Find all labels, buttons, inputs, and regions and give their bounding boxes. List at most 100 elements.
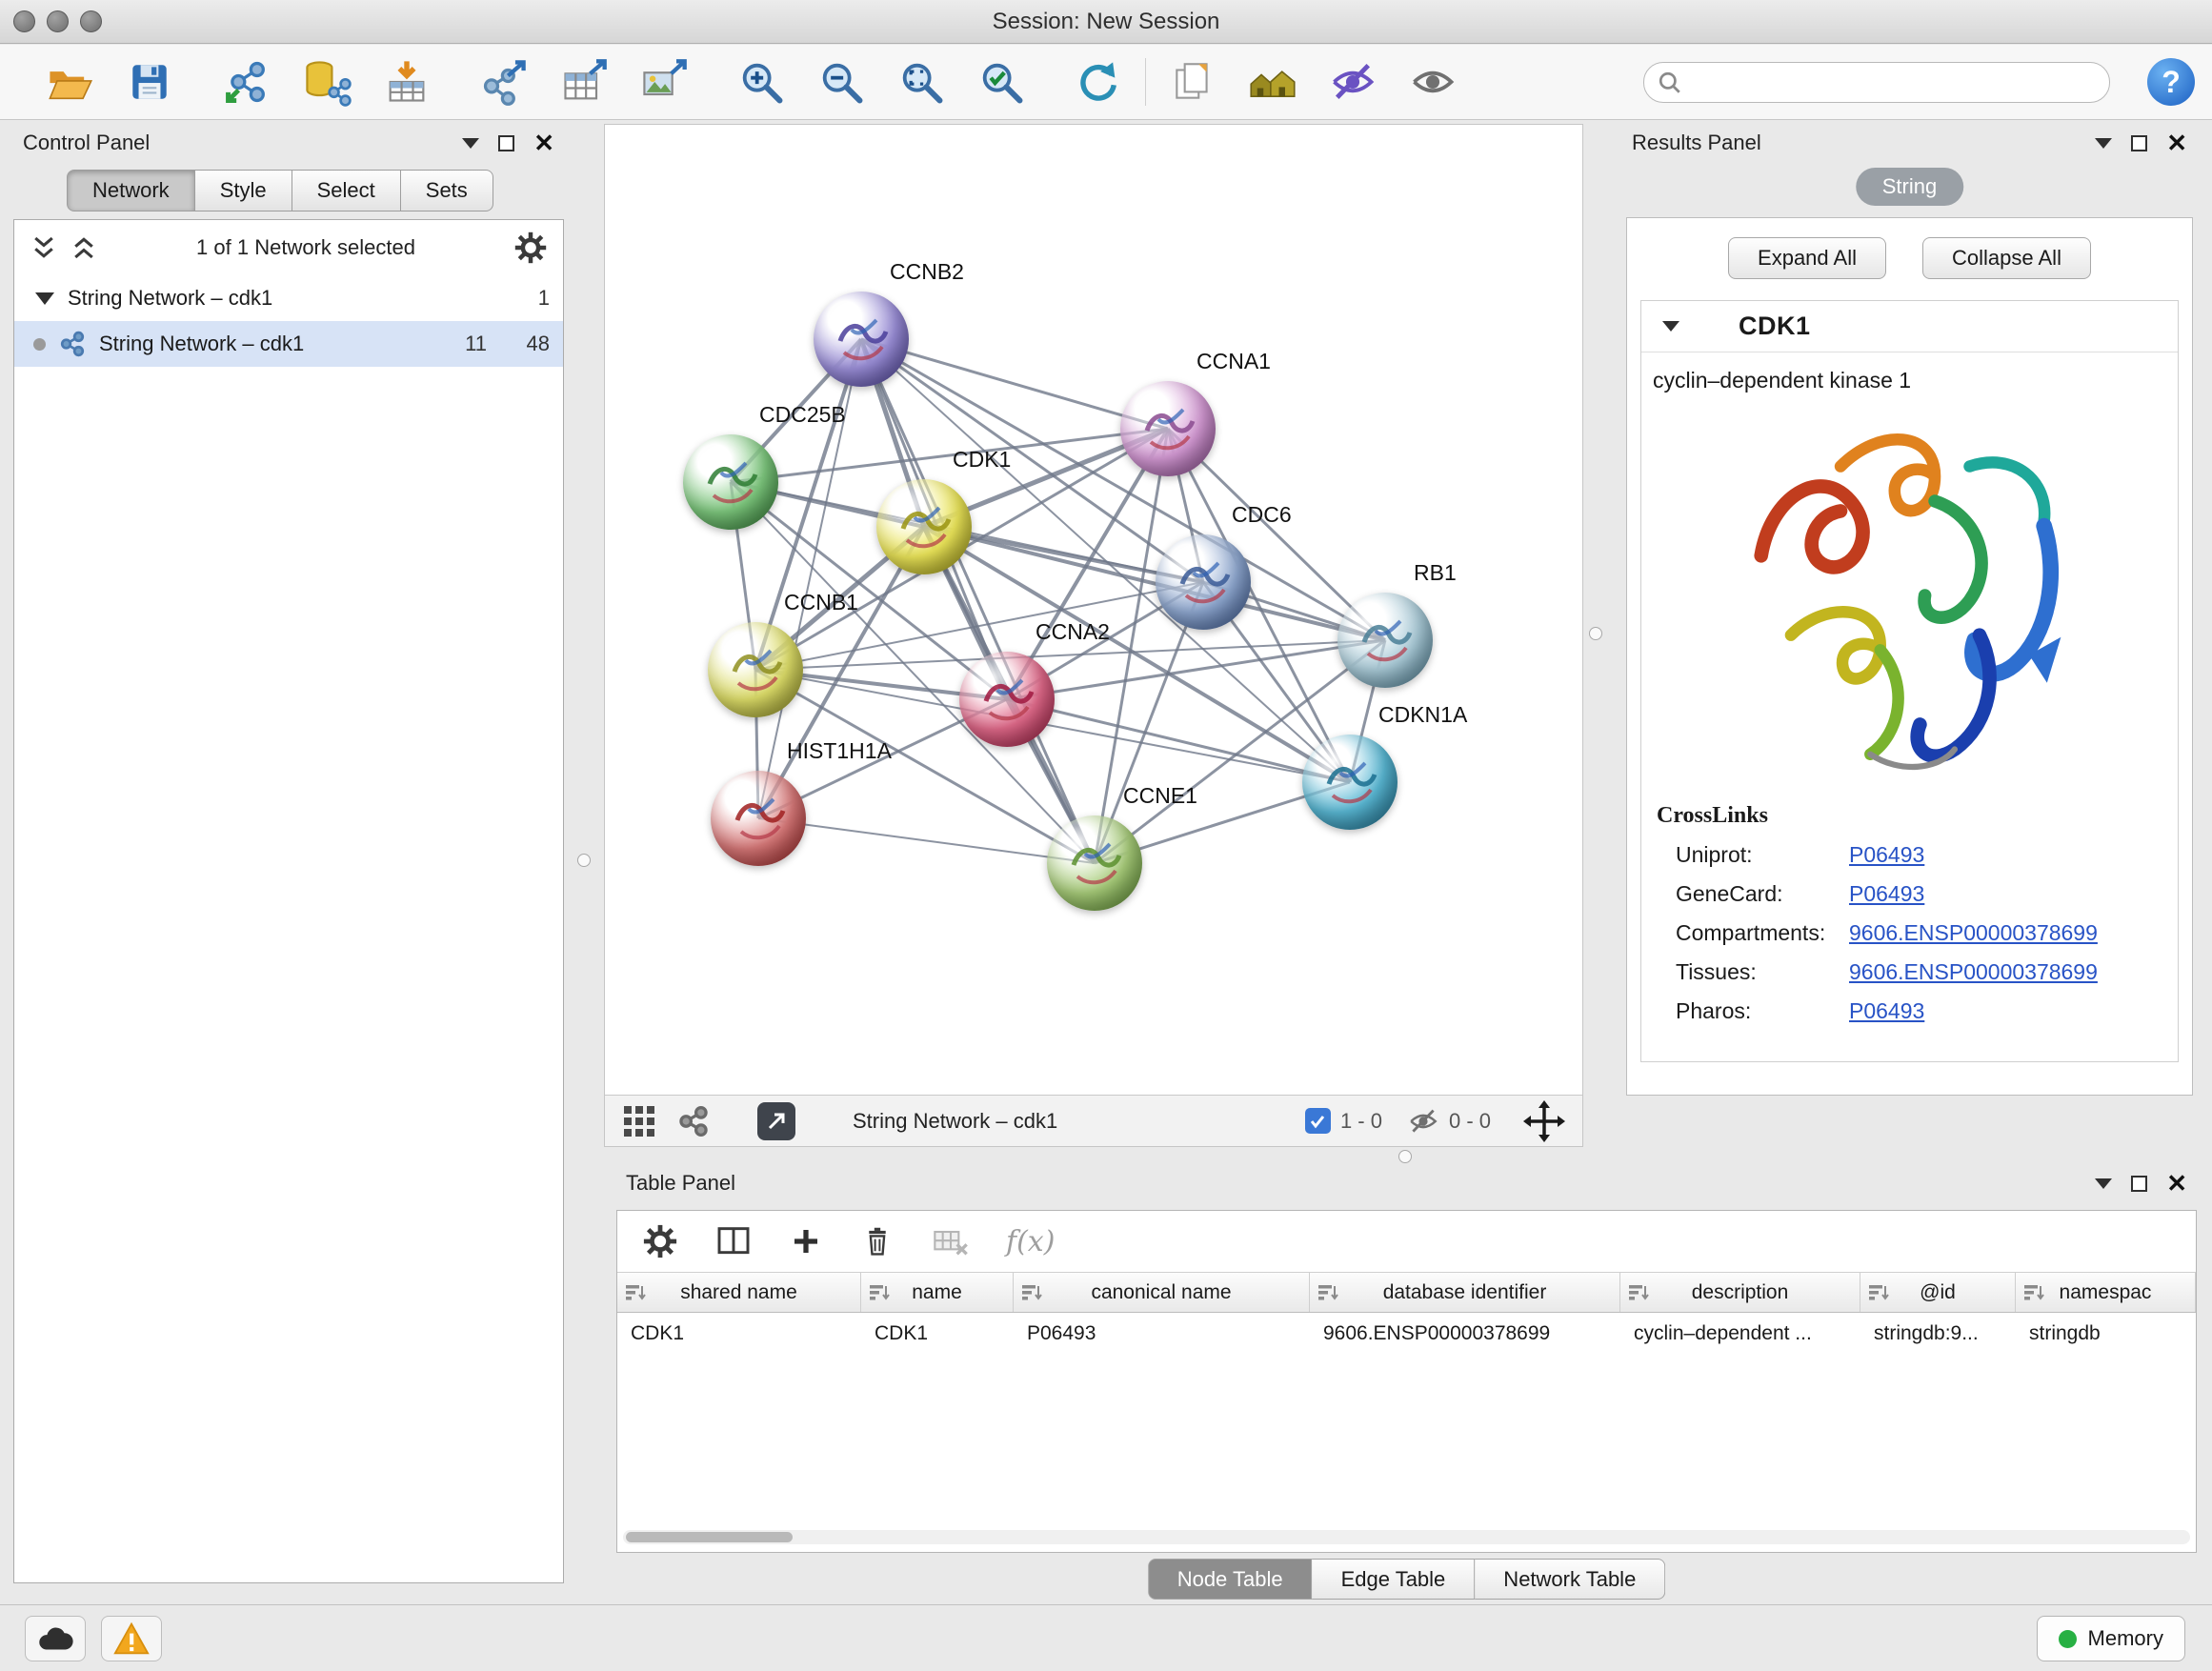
table-options-gear-icon[interactable]: [642, 1223, 678, 1259]
column-header-shared-name[interactable]: shared name: [617, 1273, 861, 1312]
network-node-cdc25b[interactable]: [683, 434, 778, 530]
control-panel-collapse-icon[interactable]: [462, 138, 479, 149]
save-session-button[interactable]: [122, 54, 177, 110]
tab-network-table[interactable]: Network Table: [1475, 1559, 1665, 1600]
tab-edge-table[interactable]: Edge Table: [1313, 1559, 1476, 1600]
cell-namespace[interactable]: stringdb: [2016, 1313, 2196, 1354]
search-input[interactable]: [1692, 71, 2096, 94]
string-home-button[interactable]: [1245, 54, 1300, 110]
close-window-button[interactable]: [13, 10, 35, 32]
cell-description[interactable]: cyclin–dependent ...: [1620, 1313, 1860, 1354]
apply-layout-button[interactable]: [1071, 54, 1126, 110]
network-node-cdk1[interactable]: [876, 479, 972, 574]
network-canvas[interactable]: CCNB2CCNA1CDC25BCDK1CDC6RB1CCNB1CCNA2CDK…: [605, 125, 1582, 1095]
network-node-hist1h1a[interactable]: [711, 771, 806, 866]
network-overview-icon[interactable]: [677, 1105, 710, 1137]
open-session-button[interactable]: [42, 54, 97, 110]
zoom-in-button[interactable]: [734, 54, 789, 110]
crosslink-link[interactable]: 9606.ENSP00000378699: [1849, 959, 2098, 985]
network-collection-row[interactable]: String Network – cdk1 1: [14, 275, 563, 321]
cell-canonical-name[interactable]: P06493: [1014, 1313, 1310, 1354]
help-button[interactable]: ?: [2147, 58, 2195, 106]
zoom-fit-button[interactable]: [894, 54, 949, 110]
sort-icon[interactable]: [625, 1284, 646, 1303]
network-node-cdc6[interactable]: [1156, 534, 1251, 630]
column-header-namespace[interactable]: namespac: [2016, 1273, 2196, 1312]
bottom-splitter-handle[interactable]: [1398, 1150, 1412, 1163]
control-panel-close-icon[interactable]: ✕: [533, 131, 554, 155]
export-view-button[interactable]: [757, 1102, 795, 1140]
network-node-ccnb1[interactable]: [708, 622, 803, 717]
network-node-ccnb2[interactable]: [814, 292, 909, 387]
network-node-ccne1[interactable]: [1047, 815, 1142, 911]
expand-all-networks-icon[interactable]: [30, 233, 58, 262]
cell-id[interactable]: stringdb:9...: [1860, 1313, 2016, 1354]
collapse-all-networks-icon[interactable]: [70, 233, 98, 262]
gene-section-caret[interactable]: [1662, 321, 1679, 332]
tab-sets[interactable]: Sets: [401, 170, 493, 211]
tab-node-table[interactable]: Node Table: [1148, 1559, 1313, 1600]
import-network-file-button[interactable]: [219, 54, 274, 110]
crosslink-link[interactable]: P06493: [1849, 881, 1924, 907]
tab-select[interactable]: Select: [292, 170, 401, 211]
network-node-cdkn1a[interactable]: [1302, 735, 1398, 830]
delete-icon[interactable]: [859, 1223, 895, 1259]
column-header-database-identifier[interactable]: database identifier: [1310, 1273, 1620, 1312]
import-table-button[interactable]: [379, 54, 434, 110]
minimize-window-button[interactable]: [47, 10, 69, 32]
warnings-button[interactable]: [101, 1616, 162, 1661]
memory-button[interactable]: Memory: [2037, 1616, 2185, 1661]
tab-style[interactable]: Style: [195, 170, 292, 211]
sort-icon[interactable]: [1317, 1284, 1338, 1303]
tab-network[interactable]: Network: [67, 170, 195, 211]
cell-database-identifier[interactable]: 9606.ENSP00000378699: [1310, 1313, 1620, 1354]
column-header-canonical-name[interactable]: canonical name: [1014, 1273, 1310, 1312]
copy-button[interactable]: [1165, 54, 1220, 110]
sort-icon[interactable]: [1628, 1284, 1649, 1303]
network-node-ccna1[interactable]: [1120, 381, 1216, 476]
selected-checkbox[interactable]: [1305, 1108, 1331, 1134]
birds-eye-view-icon[interactable]: [622, 1104, 656, 1138]
network-edge[interactable]: [861, 339, 1095, 863]
add-column-icon[interactable]: [789, 1224, 823, 1258]
zoom-window-button[interactable]: [80, 10, 102, 32]
collection-expand-caret[interactable]: [35, 292, 54, 305]
network-row-string-cdk1[interactable]: String Network – cdk1 11 48: [14, 321, 563, 367]
expand-all-button[interactable]: Expand All: [1728, 237, 1886, 279]
network-node-ccna2[interactable]: [959, 652, 1055, 747]
hide-details-button[interactable]: [1325, 54, 1380, 110]
right-splitter-handle[interactable]: [1589, 627, 1602, 640]
results-panel-close-icon[interactable]: ✕: [2166, 131, 2187, 155]
show-details-button[interactable]: [1405, 54, 1460, 110]
export-table-button[interactable]: [556, 54, 612, 110]
sort-icon[interactable]: [1868, 1284, 1889, 1303]
column-header-name[interactable]: name: [861, 1273, 1014, 1312]
sort-icon[interactable]: [2023, 1284, 2044, 1303]
zoom-selected-button[interactable]: [974, 54, 1029, 110]
pan-crosshair-icon[interactable]: [1523, 1100, 1565, 1142]
results-panel-collapse-icon[interactable]: [2095, 138, 2112, 149]
table-horizontal-scrollbar[interactable]: [623, 1530, 2190, 1544]
cell-shared-name[interactable]: CDK1: [617, 1313, 861, 1354]
column-header-id[interactable]: @id: [1860, 1273, 2016, 1312]
hidden-eye-icon[interactable]: [1407, 1105, 1439, 1137]
show-columns-icon[interactable]: [714, 1222, 753, 1260]
table-panel-close-icon[interactable]: ✕: [2166, 1171, 2187, 1196]
export-network-button[interactable]: [476, 54, 532, 110]
export-image-button[interactable]: [636, 54, 692, 110]
table-row[interactable]: CDK1 CDK1 P06493 9606.ENSP00000378699 cy…: [617, 1313, 2196, 1354]
import-network-database-button[interactable]: [299, 54, 354, 110]
string-tab-badge[interactable]: String: [1856, 168, 1963, 206]
cell-name[interactable]: CDK1: [861, 1313, 1014, 1354]
network-edge[interactable]: [758, 818, 1095, 863]
cloud-status-button[interactable]: [25, 1616, 86, 1661]
crosslink-link[interactable]: P06493: [1849, 842, 1924, 868]
network-options-gear-icon[interactable]: [513, 231, 548, 265]
table-panel-float-icon[interactable]: [2131, 1176, 2147, 1192]
left-splitter-handle[interactable]: [577, 854, 591, 867]
gene-section-header[interactable]: CDK1: [1641, 301, 2178, 352]
crosslink-link[interactable]: P06493: [1849, 998, 1924, 1024]
sort-icon[interactable]: [869, 1284, 890, 1303]
control-panel-float-icon[interactable]: [498, 135, 514, 151]
column-header-description[interactable]: description: [1620, 1273, 1860, 1312]
